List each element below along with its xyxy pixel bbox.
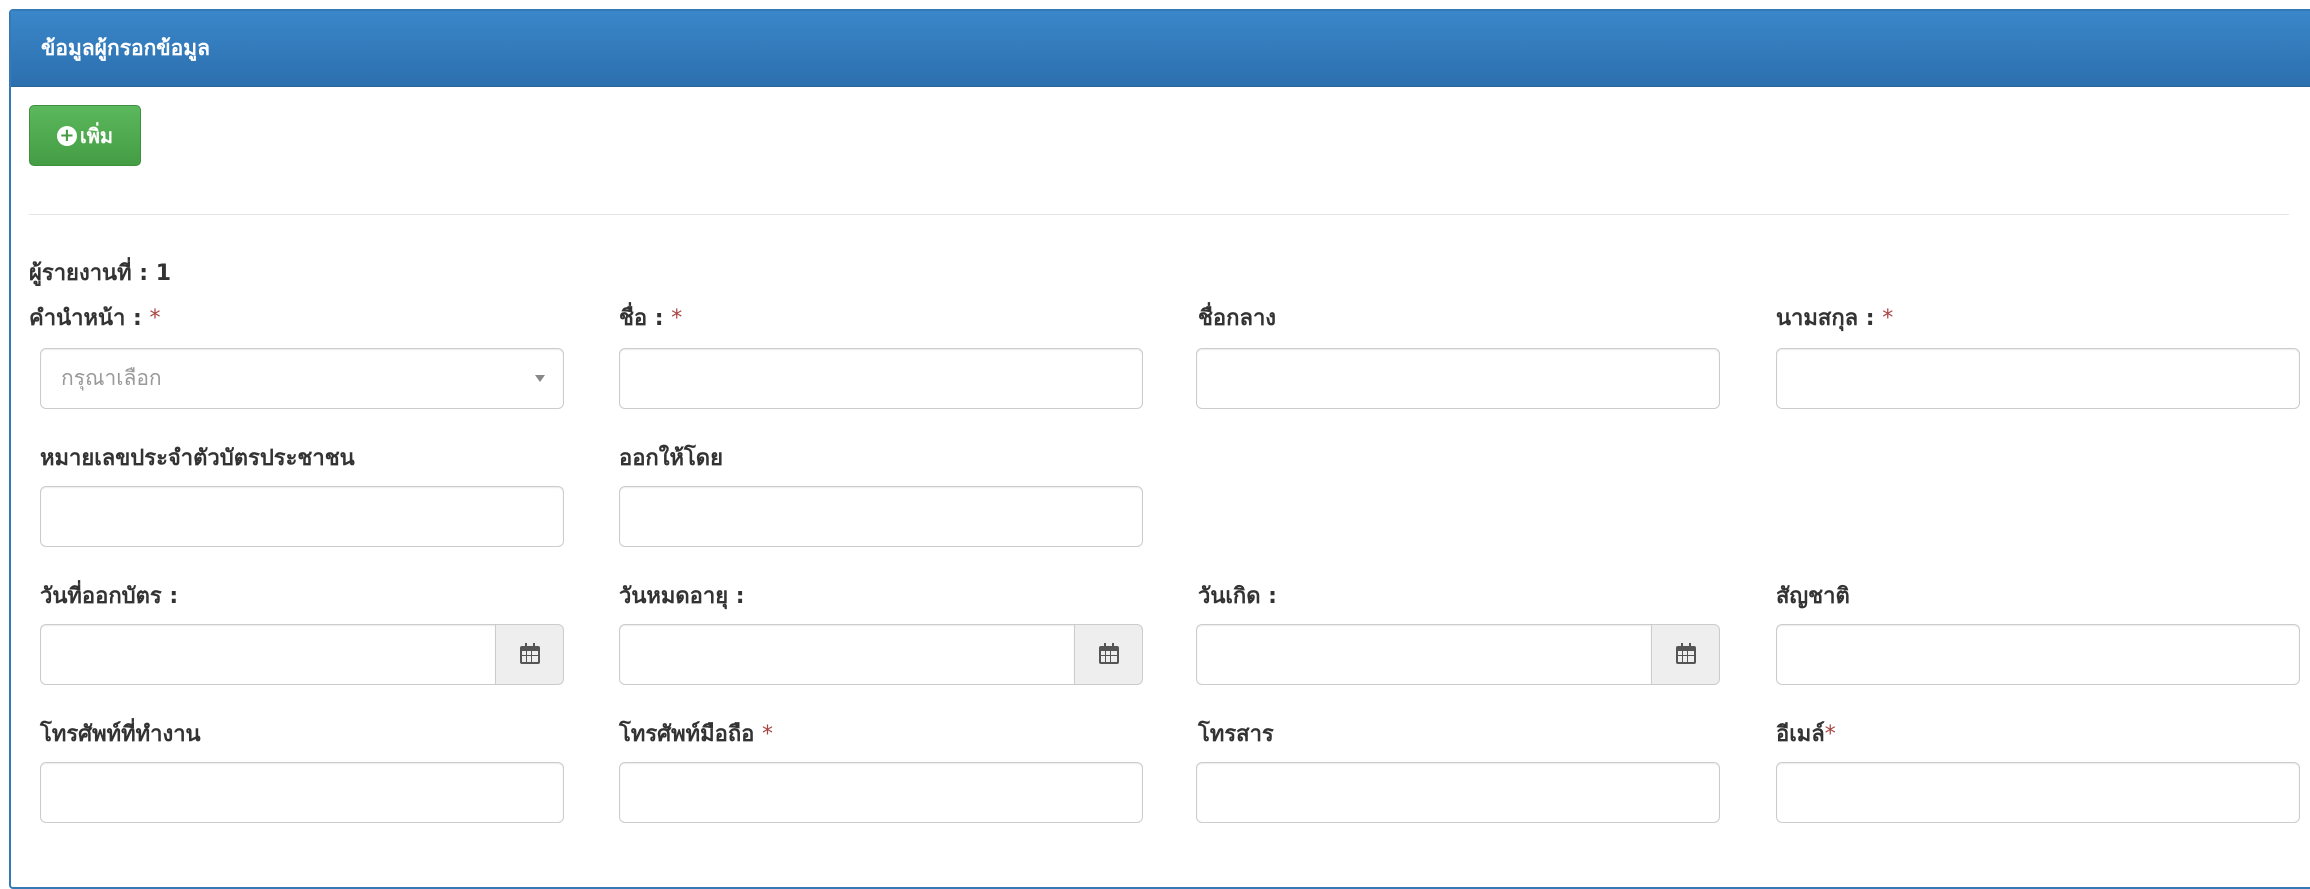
nationality-label: สัญชาติ xyxy=(1776,584,1850,609)
issue-date-picker xyxy=(40,624,564,685)
divider xyxy=(29,214,2289,215)
reporter-number-label: ผู้รายงานที่ : 1 xyxy=(29,261,172,286)
panel-heading: ข้อมูลผู้กรอกข้อมูล xyxy=(11,11,2310,87)
panel-title: ข้อมูลผู้กรอกข้อมูล xyxy=(41,36,210,60)
calendar-icon xyxy=(1675,642,1696,664)
email-field[interactable] xyxy=(1776,762,2300,823)
title-prefix-select[interactable]: กรุณาเลือก xyxy=(40,348,564,409)
required-marker: * xyxy=(1824,722,1836,747)
mobile-phone-label: โทรศัพท์มือถือ * xyxy=(619,722,774,747)
expiry-date-picker xyxy=(619,624,1143,685)
last-name-label: นามสกุล : * xyxy=(1776,306,1894,331)
birth-date-picker xyxy=(1196,624,1720,685)
issued-by-label: ออกให้โดย xyxy=(619,446,723,471)
fax-label: โทรสาร xyxy=(1198,722,1274,747)
add-button-label: เพิ่ม xyxy=(79,123,114,148)
id-card-number-field[interactable] xyxy=(40,486,564,547)
title-prefix-label: คำนำหน้า : * xyxy=(29,306,161,331)
plus-circle-icon: + xyxy=(56,125,77,146)
middle-name-label: ชื่อกลาง xyxy=(1198,306,1277,331)
required-marker: * xyxy=(149,306,161,331)
email-label: อีเมล์* xyxy=(1776,722,1836,747)
issue-date-calendar-button[interactable] xyxy=(495,624,564,685)
chevron-down-icon xyxy=(535,375,545,382)
expiry-date-label: วันหมดอายุ : xyxy=(619,584,745,609)
birth-date-calendar-button[interactable] xyxy=(1651,624,1720,685)
required-marker: * xyxy=(762,722,774,747)
required-marker: * xyxy=(1882,306,1894,331)
fax-field[interactable] xyxy=(1196,762,1720,823)
first-name-field[interactable] xyxy=(619,348,1143,409)
required-marker: * xyxy=(671,306,683,331)
issue-date-label: วันที่ออกบัตร : xyxy=(40,584,179,609)
birth-date-field[interactable] xyxy=(1196,624,1651,685)
expiry-date-calendar-button[interactable] xyxy=(1074,624,1143,685)
expiry-date-field[interactable] xyxy=(619,624,1074,685)
issue-date-field[interactable] xyxy=(40,624,495,685)
id-card-number-label: หมายเลขประจำตัวบัตรประชาชน xyxy=(40,446,355,471)
birth-date-label: วันเกิด : xyxy=(1198,584,1277,609)
calendar-icon xyxy=(519,642,540,664)
office-phone-label: โทรศัพท์ที่ทำงาน xyxy=(40,722,201,747)
calendar-icon xyxy=(1098,642,1119,664)
add-button[interactable]: + เพิ่ม xyxy=(29,105,141,166)
issued-by-field[interactable] xyxy=(619,486,1143,547)
nationality-field[interactable] xyxy=(1776,624,2300,685)
office-phone-field[interactable] xyxy=(40,762,564,823)
title-prefix-placeholder: กรุณาเลือก xyxy=(61,366,162,390)
mobile-phone-field[interactable] xyxy=(619,762,1143,823)
middle-name-field[interactable] xyxy=(1196,348,1720,409)
last-name-field[interactable] xyxy=(1776,348,2300,409)
first-name-label: ชื่อ : * xyxy=(619,306,683,331)
